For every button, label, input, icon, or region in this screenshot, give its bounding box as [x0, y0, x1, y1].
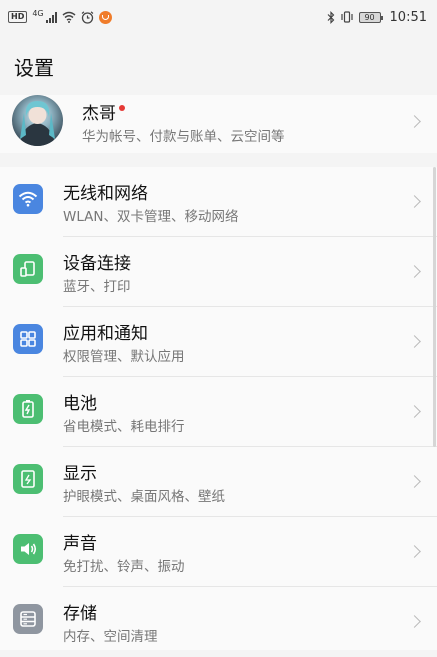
- settings-item-subtitle: 蓝牙、打印: [63, 279, 131, 295]
- battery-icon: [13, 394, 43, 424]
- settings-item-subtitle: 权限管理、默认应用: [63, 349, 185, 365]
- settings-item-title: 电池: [63, 394, 97, 414]
- settings-item-wireless-network[interactable]: 无线和网络 WLAN、双卡管理、移动网络: [0, 167, 437, 237]
- account-name-text: 杰哥: [82, 104, 116, 124]
- status-bar-left: HD 4G: [8, 8, 112, 24]
- battery-icon: 90: [358, 11, 383, 23]
- speaker-icon: [13, 534, 43, 564]
- chevron-right-icon: [408, 115, 421, 128]
- chevron-right-icon: [408, 335, 421, 348]
- settings-item-subtitle: 内存、空间清理: [63, 629, 158, 645]
- settings-item-subtitle: 省电模式、耗电排行: [63, 419, 185, 435]
- avatar: [12, 95, 63, 146]
- bluetooth-icon: [327, 10, 334, 24]
- status-bar: HD 4G 90 10:51: [0, 0, 437, 34]
- account-name: 杰哥: [82, 99, 125, 124]
- settings-item-apps-notifications[interactable]: 应用和通知 权限管理、默认应用: [0, 307, 437, 377]
- settings-item-title: 显示: [63, 464, 97, 484]
- account-subtitle: 华为帐号、付款与账单、云空间等: [82, 129, 285, 145]
- chevron-right-icon: [408, 195, 421, 208]
- chevron-right-icon: [408, 545, 421, 558]
- settings-item-storage[interactable]: 存储 内存、空间清理: [0, 587, 437, 657]
- chevron-right-icon: [408, 265, 421, 278]
- display-icon: [13, 464, 43, 494]
- settings-item-sound[interactable]: 声音 免打扰、铃声、振动: [0, 517, 437, 587]
- apps-grid-icon: [13, 324, 43, 354]
- settings-item-display[interactable]: 显示 护眼模式、桌面风格、壁纸: [0, 447, 437, 517]
- settings-item-subtitle: 免打扰、铃声、振动: [63, 559, 185, 575]
- avatar-image: [20, 101, 55, 146]
- account-card[interactable]: 杰哥 华为帐号、付款与账单、云空间等: [0, 95, 437, 153]
- notification-dot: [119, 105, 125, 111]
- scrollbar[interactable]: [433, 167, 436, 447]
- settings-item-title: 声音: [63, 534, 97, 554]
- settings-list: 无线和网络 WLAN、双卡管理、移动网络 设备连接 蓝牙、打印 应用和通知 权限…: [0, 167, 437, 650]
- chevron-right-icon: [408, 405, 421, 418]
- device-connection-icon: [13, 254, 43, 284]
- settings-item-title: 无线和网络: [63, 184, 148, 204]
- chevron-right-icon: [408, 615, 421, 628]
- settings-item-title: 设备连接: [63, 254, 131, 274]
- settings-item-subtitle: WLAN、双卡管理、移动网络: [63, 209, 239, 225]
- hd-icon: HD: [8, 11, 28, 23]
- page-title: 设置: [14, 56, 54, 80]
- wifi-icon: [62, 11, 76, 23]
- settings-item-battery[interactable]: 电池 省电模式、耗电排行: [0, 377, 437, 447]
- wifi-icon: [13, 184, 43, 214]
- settings-item-title: 存储: [63, 604, 97, 624]
- status-time: 10:51: [389, 9, 427, 25]
- settings-item-device-connection[interactable]: 设备连接 蓝牙、打印: [0, 237, 437, 307]
- status-bar-right: 90 10:51: [327, 10, 427, 25]
- settings-item-subtitle: 护眼模式、桌面风格、壁纸: [63, 489, 225, 505]
- network-type-label: 4G: [32, 8, 44, 18]
- vibrate-icon: [340, 11, 353, 23]
- app-notification-icon: [98, 10, 112, 24]
- settings-item-title: 应用和通知: [63, 324, 148, 344]
- storage-icon: [13, 604, 43, 634]
- alarm-icon: [81, 10, 94, 24]
- chevron-right-icon: [408, 475, 421, 488]
- signal-icon: [45, 11, 57, 23]
